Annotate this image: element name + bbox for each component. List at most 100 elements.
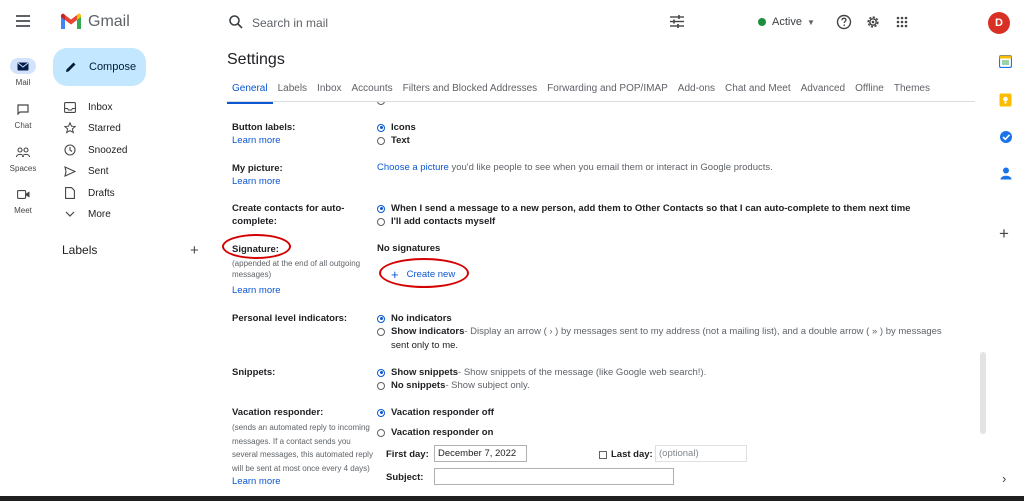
vacation-responder-sub: (sends an automated reply to incoming me…: [232, 423, 373, 473]
compose-label: Compose: [89, 61, 137, 73]
show-side-panel-chevron-icon[interactable]: ›: [1002, 471, 1006, 486]
radio-unselected-icon: [377, 136, 385, 145]
avatar[interactable]: D: [988, 12, 1010, 34]
radio-show-indicators[interactable]: Show indicators - Display an arrow ( › )…: [377, 326, 942, 337]
my-picture-label: My picture:: [232, 163, 283, 174]
highlight-oval-create-new: [379, 258, 469, 288]
help-icon[interactable]: [836, 14, 852, 30]
nav-label-sent: Sent: [88, 165, 109, 177]
last-day-input[interactable]: [655, 445, 747, 462]
radio-icons[interactable]: Icons: [377, 122, 416, 133]
no-indicators-label: No indicators: [391, 313, 452, 324]
radio-text-label: Text: [391, 135, 410, 146]
nav-label-snoozed: Snoozed: [88, 144, 128, 156]
nav-item-drafts[interactable]: Drafts: [63, 185, 115, 201]
gmail-logo-icon: [61, 13, 81, 29]
add-label-button[interactable]: +: [190, 242, 199, 259]
choose-picture-link[interactable]: Choose a picture: [377, 162, 449, 173]
personal-level-label: Personal level indicators:: [232, 313, 348, 324]
gmail-window: Gmail Active ▼ D: [0, 0, 1024, 501]
radio-selected-icon: [377, 368, 385, 377]
learn-more-link[interactable]: Learn more: [232, 135, 281, 146]
no-snippets-label: No snippets: [391, 380, 446, 391]
chevron-down-icon: ▼: [806, 17, 815, 27]
inbox-icon: [64, 101, 76, 113]
chevron-down-icon: [65, 211, 75, 217]
radio-unselected-icon: [377, 428, 385, 437]
status-selector[interactable]: Active ▼: [758, 13, 815, 31]
draft-icon: [65, 187, 75, 199]
nav-item-inbox[interactable]: Inbox: [63, 99, 112, 115]
main-menu-icon[interactable]: [16, 15, 30, 27]
scrollbar-thumb[interactable]: [980, 352, 986, 434]
button-labels-label: Button labels:: [232, 122, 296, 133]
rail-label-spaces: Spaces: [9, 164, 37, 173]
nav-label-inbox: Inbox: [88, 101, 113, 113]
radio-selected-icon: [377, 408, 385, 417]
show-indicators-label: Show indicators: [391, 326, 465, 337]
radio-show-snippets[interactable]: Show snippets - Show snippets of the mes…: [377, 367, 706, 378]
checkbox-icon: [599, 450, 607, 459]
nav-item-sent[interactable]: Sent: [63, 163, 109, 179]
signature-value: No signatures: [377, 243, 441, 254]
labels-heading: Labels: [62, 243, 98, 257]
radio-no-indicators[interactable]: No indicators: [377, 313, 452, 324]
meet-icon: [16, 189, 29, 199]
radio-selected-icon: [377, 204, 385, 213]
apps-grid-icon[interactable]: [896, 16, 908, 28]
radio-unselected-icon: [377, 381, 385, 390]
compose-button[interactable]: Compose: [53, 48, 146, 86]
radio-unselected-icon: [377, 217, 385, 226]
calendar-icon[interactable]: [999, 55, 1012, 68]
nav-item-starred[interactable]: Starred: [63, 120, 121, 136]
radio-manual-contacts[interactable]: I'll add contacts myself: [377, 216, 495, 227]
subject-label: Subject:: [386, 472, 424, 483]
spaces-icon: [16, 146, 30, 157]
gear-icon[interactable]: [865, 14, 881, 30]
send-icon: [64, 165, 76, 177]
radio-vacation-off[interactable]: Vacation responder off: [377, 407, 494, 418]
pencil-icon: [66, 62, 76, 72]
rail-item-mail[interactable]: Mail: [0, 58, 46, 87]
learn-more-link[interactable]: Learn more: [232, 176, 281, 187]
tabs-divider: [227, 101, 975, 102]
chat-icon: [17, 103, 29, 115]
snippets-label: Snippets:: [232, 367, 276, 378]
rail-label-mail: Mail: [15, 78, 31, 87]
rail-item-meet[interactable]: Meet: [0, 186, 46, 215]
vacation-responder-label: Vacation responder:: [232, 407, 324, 418]
keep-icon[interactable]: [999, 93, 1012, 107]
nav-item-snoozed[interactable]: Snoozed: [63, 142, 127, 158]
radio-selected-icon: [377, 123, 385, 132]
first-day-label: First day:: [386, 449, 429, 460]
my-picture-description: you'd like people to see when you email …: [448, 162, 773, 173]
learn-more-link[interactable]: Learn more: [232, 476, 281, 487]
rail-label-chat: Chat: [14, 121, 32, 130]
clock-icon: [64, 144, 76, 156]
learn-more-link[interactable]: Learn more: [232, 285, 281, 296]
search-options-icon[interactable]: [670, 15, 684, 28]
show-snippets-description: - Show snippets of the message (like Goo…: [458, 367, 707, 378]
show-indicators-description-cont: sent only to me.: [391, 340, 459, 351]
radio-text[interactable]: Text: [377, 135, 410, 146]
radio-no-snippets[interactable]: No snippets - Show subject only.: [377, 380, 530, 391]
active-status-dot-icon: [758, 18, 766, 26]
first-day-input[interactable]: [434, 445, 527, 462]
radio-unselected-icon: [377, 327, 385, 336]
contacts-icon[interactable]: [1000, 167, 1012, 180]
nav-label-more: More: [88, 208, 111, 220]
tasks-icon[interactable]: [999, 130, 1013, 144]
create-contacts-label: Create contacts for auto-complete:: [232, 203, 345, 227]
radio-vacation-on[interactable]: Vacation responder on: [377, 427, 493, 438]
nav-item-more[interactable]: More: [63, 206, 111, 222]
search-input[interactable]: [252, 12, 632, 34]
search-icon[interactable]: [228, 14, 244, 30]
rail-item-chat[interactable]: Chat: [0, 101, 46, 130]
subject-input[interactable]: [434, 468, 674, 485]
radio-auto-add-contacts[interactable]: When I send a message to a new person, a…: [377, 203, 910, 214]
rail-item-spaces[interactable]: Spaces: [0, 144, 46, 173]
window-bottom-edge: [0, 496, 1024, 501]
manual-contacts-label: I'll add contacts myself: [391, 216, 496, 227]
get-addons-plus-icon[interactable]: +: [999, 224, 1009, 244]
last-day-checkbox[interactable]: Last day:: [599, 449, 653, 460]
